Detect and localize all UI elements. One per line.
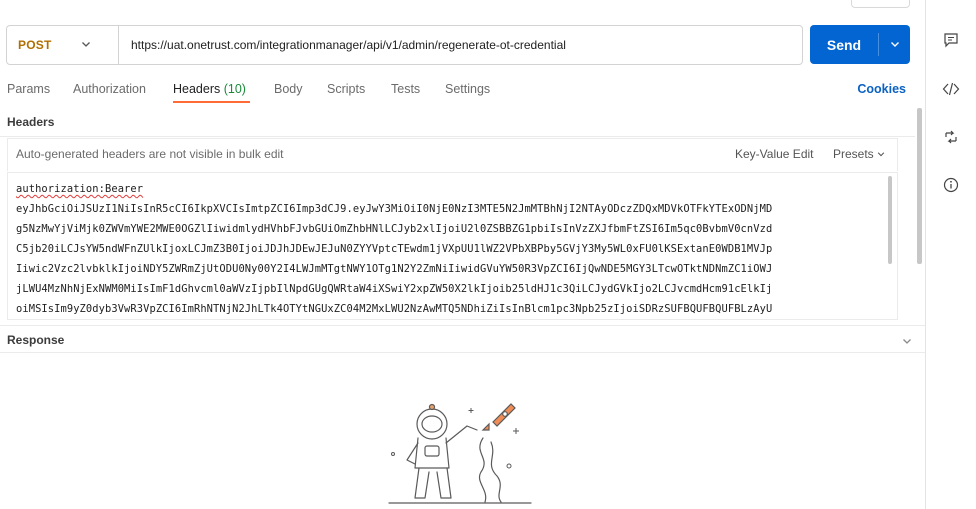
presets-dropdown[interactable]: Presets [833, 147, 885, 161]
method-select[interactable]: POST [7, 26, 119, 64]
top-toolbar-button[interactable] [851, 0, 910, 8]
tab-authorization[interactable]: Authorization [73, 82, 146, 96]
chevron-down-icon [877, 147, 885, 161]
related-icon[interactable] [941, 127, 961, 147]
response-section-title: Response [7, 333, 65, 347]
tab-body[interactable]: Body [274, 82, 303, 96]
tab-headers-label: Headers [173, 82, 221, 96]
editor-line: g5NzMwYjViMjk0ZWVmYWE2MWE0OGZlIiwidmlydH… [16, 223, 773, 235]
info-icon[interactable] [941, 175, 961, 195]
panel-scrollbar[interactable] [917, 108, 922, 264]
divider [0, 136, 915, 137]
cookies-link[interactable]: Cookies [857, 82, 906, 96]
send-dropdown-button[interactable] [879, 25, 910, 64]
active-tab-indicator [173, 101, 250, 103]
tab-headers[interactable]: Headers (10) [173, 82, 246, 96]
bulk-edit-textarea[interactable]: authorization:Bearer eyJhbGciOiJSUzI1NiI… [7, 172, 898, 320]
chevron-down-icon [902, 333, 912, 351]
presets-label: Presets [833, 147, 874, 161]
editor-line: C5jb20iLCJsYW5ndWFnZUlkIjoxLCJmZ3B0IjoiJ… [16, 243, 773, 255]
method-label: POST [18, 38, 52, 52]
right-sidebar [925, 0, 976, 509]
editor-line: oiMSIsIm9yZ0dyb3VwR3VpZCI6ImRhNTNjN2JhLT… [16, 303, 773, 315]
send-button[interactable]: Send [810, 25, 878, 64]
request-tabs: Params Authorization Headers (10) Body S… [0, 74, 915, 104]
send-button-group: Send [810, 25, 910, 64]
request-url-bar: POST https://uat.onetrust.com/integratio… [6, 25, 803, 65]
code-icon[interactable] [941, 79, 961, 99]
tab-headers-count: (10) [223, 82, 246, 96]
bulk-edit-note: Auto-generated headers are not visible i… [16, 147, 284, 161]
editor-line: Iiwic2Vzc2lvbklkIjoiNDY5ZWRmZjUtODU0Ny00… [16, 263, 773, 275]
editor-line: eyJhbGciOiJSUzI1NiIsInR5cCI6IkpXVCIsImtp… [16, 203, 773, 215]
editor-scrollbar[interactable] [888, 176, 892, 264]
tab-settings[interactable]: Settings [445, 82, 490, 96]
tab-tests[interactable]: Tests [391, 82, 420, 96]
response-section-header[interactable]: Response [0, 325, 925, 353]
url-input[interactable]: https://uat.onetrust.com/integrationmana… [119, 38, 566, 52]
editor-line: authorization:Bearer [16, 183, 144, 195]
key-value-edit-button[interactable]: Key-Value Edit [735, 147, 814, 161]
chevron-down-icon [890, 36, 900, 54]
bulk-edit-toolbar: Auto-generated headers are not visible i… [7, 138, 898, 171]
tab-scripts[interactable]: Scripts [327, 82, 365, 96]
headers-section-title: Headers [7, 115, 55, 129]
astronaut-rocket-icon [385, 398, 535, 509]
chevron-down-icon [81, 36, 91, 54]
tab-params[interactable]: Params [7, 82, 50, 96]
comment-icon[interactable] [941, 30, 961, 50]
editor-line: jLWU4MzNhNjExNWM0MiIsImF1dGhvcml0aWVzIjp… [16, 283, 773, 295]
